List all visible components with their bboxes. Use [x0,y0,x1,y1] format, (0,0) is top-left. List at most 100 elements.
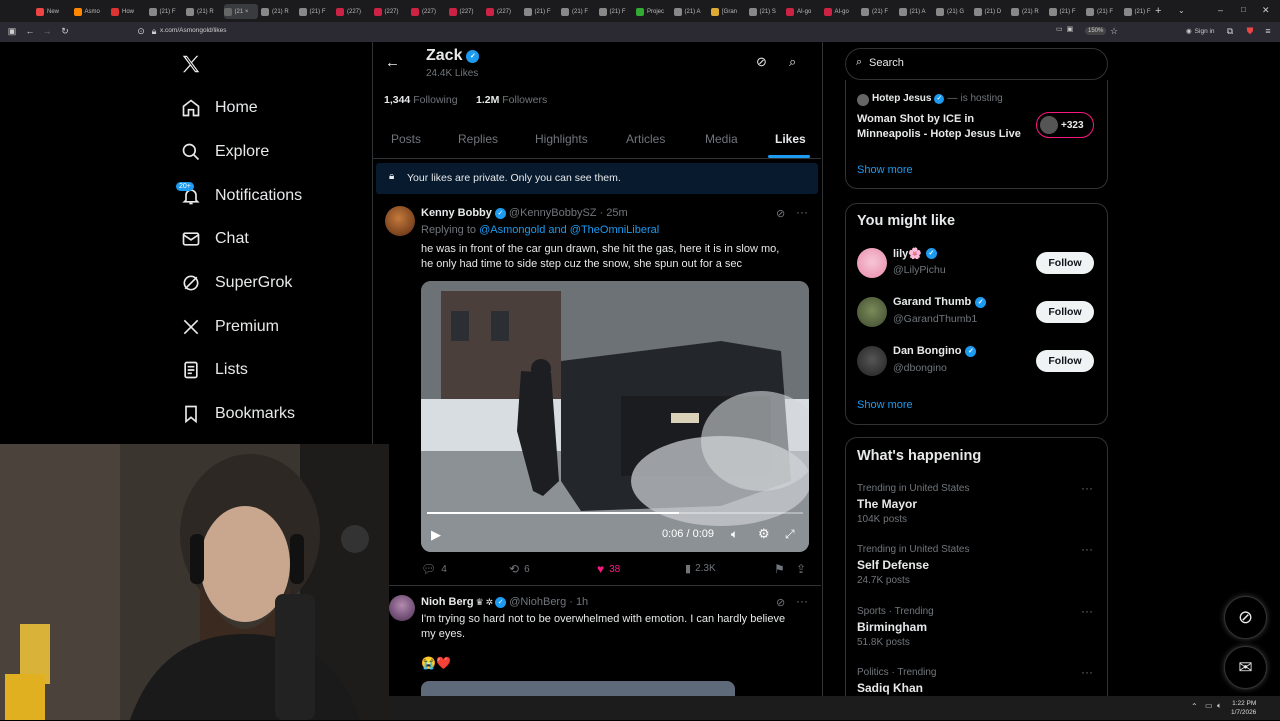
space-listeners-pill[interactable]: +323 [1036,112,1094,138]
browser-tab[interactable]: (21) A [673,4,708,19]
browser-tab[interactable]: (227) [411,4,445,19]
menu-icon[interactable]: ≡ [1262,25,1274,37]
x-logo-icon[interactable] [180,53,204,77]
url-field[interactable]: x.com/Asmongold/likes [160,27,226,34]
suggested-user-name-row[interactable]: lily🌸 ✓ [893,247,937,260]
bookmark-star-icon[interactable]: ☆ [1108,25,1120,37]
browser-tab[interactable]: (21) F [1086,4,1120,19]
sidebar-item-supergrok[interactable]: SuperGrok [180,267,292,299]
messages-floating-button[interactable]: ✉ [1224,646,1267,689]
follow-button[interactable]: Follow [1036,252,1094,274]
browser-tab[interactable]: (21) R [1011,4,1045,19]
browser-tab[interactable]: Asmo [73,4,108,19]
follow-button[interactable]: Follow [1036,350,1094,372]
more-options-icon[interactable]: ··· [1081,542,1093,556]
grok-analyze-icon[interactable]: ⊘ [756,54,767,70]
show-more-link[interactable]: Show more [857,399,913,411]
post-author-name[interactable]: Nioh Berg [421,596,474,608]
close-window-button[interactable]: ✕ [1262,5,1270,16]
tab-articles[interactable]: Articles [626,132,665,146]
site-info-icon[interactable]: ⊙ [135,25,147,37]
profile-search-icon[interactable]: ⌕ [789,54,796,70]
post-author-handle[interactable]: @KennyBobbySZ [509,207,597,219]
replying-to-link[interactable]: @Asmongold and @TheOmniLiberal [479,224,659,236]
more-options-icon[interactable]: ··· [1081,604,1093,618]
post-media-preview[interactable] [421,681,735,696]
bookmark-icon[interactable]: ⚑ [774,562,785,576]
browser-tab[interactable]: [Gran [711,4,745,19]
browser-tab[interactable]: (227) [448,4,483,19]
play-button-icon[interactable]: ▶ [431,527,441,543]
more-options-icon[interactable]: ··· [1081,481,1093,495]
space-title[interactable]: Woman Shot by ICE in Minneapolis - Hotep… [857,112,1021,142]
tab-media[interactable]: Media [705,132,738,146]
avatar[interactable] [385,206,415,236]
browser-tab[interactable]: (21) A [898,4,933,19]
sidebar-item-explore[interactable]: Explore [180,136,269,168]
browser-tab[interactable]: (21) F [598,4,633,19]
browser-tab[interactable]: How [111,4,145,19]
settings-gear-icon[interactable]: ⚙ [758,526,770,542]
taskbar-clock[interactable]: 1:22 PM 1/7/2026 [1231,699,1256,717]
maximize-button[interactable]: □ [1241,5,1246,14]
sidebar-item-chat[interactable]: Chat [180,223,249,255]
tab-posts[interactable]: Posts [391,132,421,146]
grok-icon[interactable]: ⊘ [776,207,785,220]
video-progress-track[interactable] [427,512,803,514]
tab-replies[interactable]: Replies [458,132,498,146]
avatar[interactable] [857,297,887,327]
browser-tab[interactable]: (21) G [936,4,970,19]
tab-list-chevron-icon[interactable]: ⌄ [1178,6,1185,15]
browser-tab[interactable]: (21) F [861,4,895,19]
volume-icon[interactable]: 🔈︎ [731,527,738,542]
avatar[interactable] [857,346,887,376]
extensions-icon[interactable]: ⧉ [1224,25,1236,37]
zoom-indicator[interactable]: 150% [1085,27,1107,35]
browser-tab[interactable]: (227) [336,4,370,19]
new-tab-button[interactable]: + [1155,5,1161,17]
sidebar-item-bookmarks[interactable]: Bookmarks [180,398,295,430]
reply-button[interactable]: 💬︎ 4 [421,562,447,576]
tray-chevron-icon[interactable]: ⌃ [1191,702,1198,711]
post-author-name[interactable]: Kenny Bobby [421,207,492,219]
followers-stat[interactable]: 1.2M Followers [476,94,547,106]
browser-tab[interactable]: (21) F [523,4,558,19]
views-button[interactable]: ▮ 2.3K [685,562,716,575]
browser-tab[interactable]: (21) R [186,4,220,19]
browser-tab[interactable]: (21) F [1123,4,1158,19]
post-author-handle[interactable]: @NiohBerg [509,596,566,608]
tab-likes[interactable]: Likes [775,132,806,146]
video-player[interactable]: ▶ 0:06 / 0:09 🔈︎ ⚙ ⤢ [421,281,809,552]
browser-tab[interactable]: (21) F [561,4,595,19]
follow-button[interactable]: Follow [1036,301,1094,323]
browser-tab[interactable]: (21) S [748,4,783,19]
sidebar-item-home[interactable]: Home [180,92,258,124]
avatar[interactable] [389,595,415,621]
grok-icon[interactable]: ⊘ [776,596,785,609]
browser-tab[interactable]: (227) [486,4,520,19]
fullscreen-icon[interactable]: ⤢ [785,527,795,542]
browser-tab[interactable]: (21) F [148,4,183,19]
following-stat[interactable]: 1,344 Following [384,94,458,106]
forward-icon[interactable]: → [41,25,53,37]
browser-tab[interactable]: Projec [636,4,670,19]
post-timestamp[interactable]: · 1h [569,596,588,608]
sidebar-item-premium[interactable]: Premium [180,311,279,343]
picture-icon[interactable]: ▣ [1067,25,1074,37]
grok-floating-button[interactable]: ⊘ [1224,596,1267,639]
browser-tab[interactable]: (21) D [973,4,1008,19]
browser-tab[interactable]: New [36,4,70,19]
suggested-user-name-row[interactable]: Dan Bongino ✓ [893,345,977,357]
post-timestamp[interactable]: · 25m [600,207,628,219]
more-options-icon[interactable]: ··· [796,205,808,219]
browser-tab[interactable]: AI-go [786,4,820,19]
search-box[interactable]: ⌕ Search [845,48,1108,80]
browser-tab[interactable]: AI-go [823,4,858,19]
minimize-button[interactable]: – [1218,5,1223,15]
repost-button[interactable]: ⟲ 6 [509,562,530,576]
ublock-icon[interactable]: ⛊ [1244,25,1256,37]
back-icon[interactable]: ← [24,25,36,37]
like-button[interactable]: ♥ 38 [597,562,620,576]
browser-tab[interactable]: (21) F [1048,4,1083,19]
browser-tab[interactable]: (227) [373,4,408,19]
